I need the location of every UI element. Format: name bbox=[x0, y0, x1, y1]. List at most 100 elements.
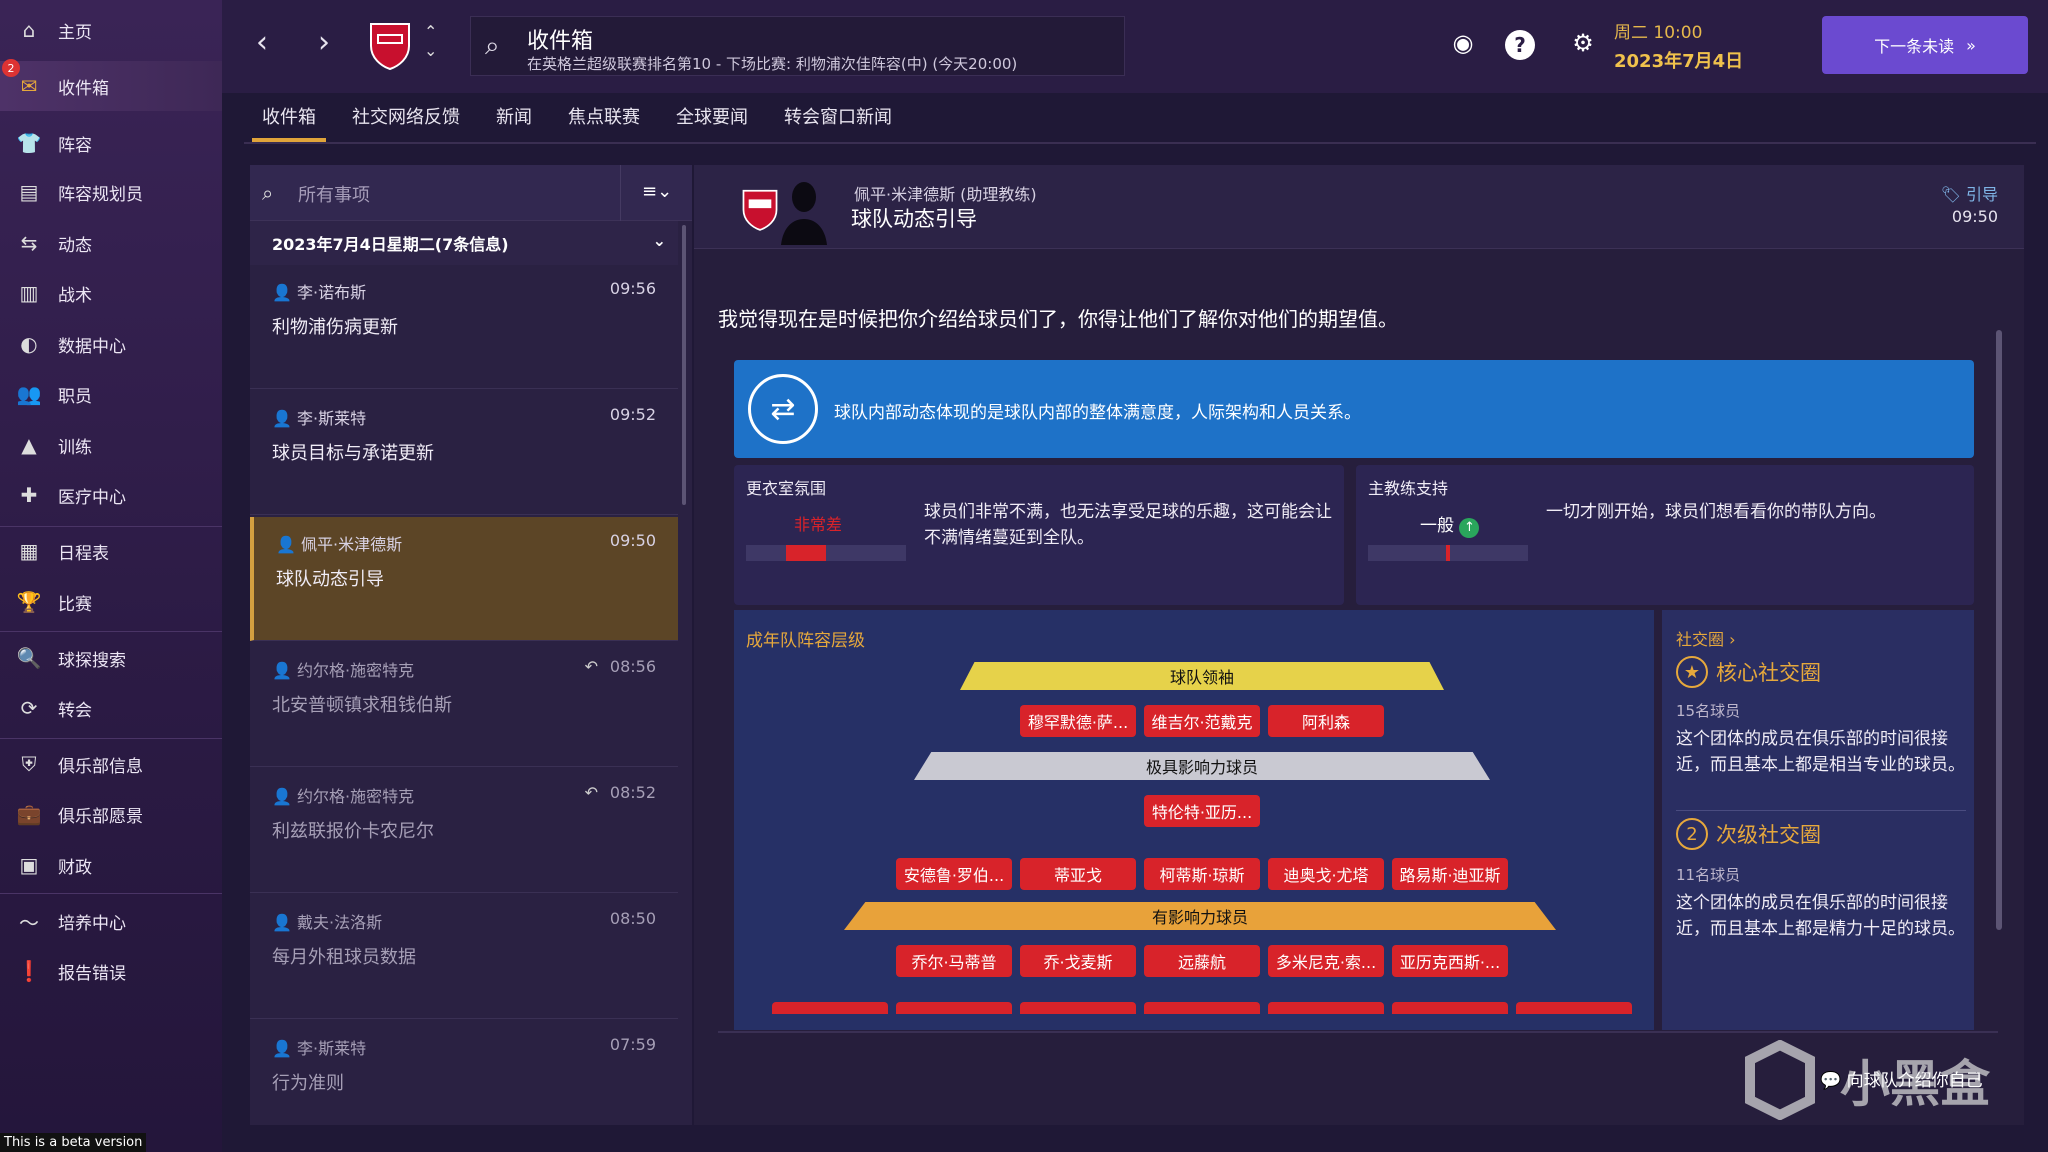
sidebar-item-club-vision[interactable]: 💼 俱乐部愿景 bbox=[0, 789, 222, 839]
player-chip[interactable]: 亚历克西斯·... bbox=[1392, 945, 1508, 977]
player-chip[interactable]: 多米尼克·索... bbox=[1268, 945, 1384, 977]
double-chevron-right-icon: » bbox=[1966, 35, 1976, 55]
sidebar-item-club-info[interactable]: ⛨ 俱乐部信息 bbox=[0, 739, 222, 789]
help-icon[interactable]: ? bbox=[1505, 30, 1535, 60]
info-banner: ⇄ 球队内部动态体现的是球队内部的整体满意度，人际架构和人员关系。 bbox=[734, 360, 1974, 458]
chevron-down-icon: ⌄ bbox=[652, 231, 666, 250]
tab-divider bbox=[244, 142, 2036, 144]
message-detail: 佩平·米津德斯 (助理教练) 球队动态引导 🏷 引导 09:50 我觉得现在是时… bbox=[694, 165, 2024, 1125]
dressing-room-card: 更衣室氛围 非常差 球员们非常不满，也无法享受足球的乐趣，这可能会让不满情绪蔓延… bbox=[734, 465, 1344, 605]
sidebar-item-scouting[interactable]: 🔍 球探搜索 bbox=[0, 633, 222, 683]
filter-menu-icon[interactable]: ≡⌄ bbox=[642, 181, 672, 202]
star-icon: ★ bbox=[1676, 656, 1708, 688]
trend-up-icon: ↑ bbox=[1459, 518, 1480, 538]
player-chip[interactable]: 维吉尔·范戴克 bbox=[1144, 705, 1260, 737]
club-switcher-chevron-icon[interactable]: ⌃ ⌄ bbox=[424, 22, 437, 60]
date-group-header[interactable]: 2023年7月4日星期二(7条信息) ⌄ bbox=[250, 221, 678, 265]
manager-support-card: 主教练支持 一般 ↑ 一切才刚开始，球员们想看看你的带队方向。 bbox=[1356, 465, 1974, 605]
sidebar-item-development[interactable]: 〜培养中心 bbox=[0, 896, 222, 946]
tab-news[interactable]: 新闻 bbox=[478, 96, 550, 136]
message-item-selected[interactable]: 👤 佩平·米津德斯 09:50 球队动态引导 bbox=[250, 517, 678, 641]
social-groups-link[interactable]: 社交圈 › bbox=[1676, 626, 1736, 650]
secondary-group-title[interactable]: 2 次级社交圈 bbox=[1676, 818, 1821, 850]
player-chip[interactable]: 阿利森 bbox=[1268, 705, 1384, 737]
squad-hierarchy: 成年队阵容层级 球队领袖 穆罕默德·萨... 维吉尔·范戴克 阿利森 极具影响力… bbox=[734, 610, 1654, 1030]
shirt-icon: 👕 bbox=[16, 131, 42, 155]
player-chip[interactable]: 路易斯·迪亚斯 bbox=[1392, 858, 1508, 890]
settings-gear-icon[interactable]: ⚙ bbox=[1564, 24, 1602, 62]
sidebar-item-transfers[interactable]: ⟳ 转会 bbox=[0, 683, 222, 733]
inbox-filter: ⌕ 所有事项 ≡⌄ bbox=[250, 165, 692, 221]
club-crest-icon bbox=[742, 189, 778, 231]
sidebar-item-home[interactable]: ⌂ 主页 bbox=[0, 5, 222, 55]
sidebar-item-training[interactable]: ▲ 训练 bbox=[0, 420, 222, 470]
page-search[interactable]: ⌕ 收件箱 在英格兰超级联赛排名第10 - 下场比赛: 利物浦次佳阵容(中) (… bbox=[470, 16, 1125, 76]
sidebar-item-staff[interactable]: 👥 职员 bbox=[0, 369, 222, 419]
sidebar-item-finances[interactable]: ▣ 财政 bbox=[0, 840, 222, 890]
medical-icon: ✚ bbox=[20, 483, 38, 507]
sidebar-item-data-hub[interactable]: ◐ 数据中心 bbox=[0, 319, 222, 369]
player-chip[interactable]: 蒂亚戈 bbox=[1020, 858, 1136, 890]
message-item[interactable]: 👤 戴夫·法洛斯 08:50 每月外租球员数据 bbox=[250, 895, 678, 1019]
finance-icon: ▣ bbox=[19, 853, 39, 877]
beta-notice: This is a beta version bbox=[0, 1133, 147, 1152]
next-unread-button[interactable]: 下一条未读» bbox=[1822, 16, 2028, 74]
inbox-search-input[interactable]: 所有事项 bbox=[298, 181, 370, 207]
player-chip[interactable]: 远藤航 bbox=[1144, 945, 1260, 977]
dressing-room-rating: 非常差 bbox=[794, 515, 843, 534]
trophy-icon: 🏆 bbox=[16, 590, 42, 614]
message-item[interactable]: 👤 李·斯莱特 09:52 球员目标与承诺更新 bbox=[250, 391, 678, 515]
tab-transfer-window-news[interactable]: 转会窗口新闻 bbox=[766, 96, 910, 136]
message-item[interactable]: 👤 李·斯莱特 07:59 行为准则 bbox=[250, 1021, 678, 1145]
sidebar-item-tactics[interactable]: ▥ 战术 bbox=[0, 268, 222, 318]
page-title: 收件箱 bbox=[527, 29, 594, 54]
player-chip[interactable]: 特伦特·亚历... bbox=[1144, 795, 1260, 827]
sidebar-item-medical[interactable]: ✚ 医疗中心 bbox=[0, 470, 222, 520]
sidebar-item-squad[interactable]: 👕 阵容 bbox=[0, 118, 222, 168]
message-subject: 球队动态引导 bbox=[851, 207, 977, 231]
tab-social-feedback[interactable]: 社交网络反馈 bbox=[334, 96, 478, 136]
player-chip[interactable]: 迪奥戈·尤塔 bbox=[1268, 858, 1384, 890]
message-item[interactable]: 👤 约尔格·施密特克 ↶ 08:56 北安普顿镇求租钱伯斯 bbox=[250, 643, 678, 767]
sidebar-item-dynamics[interactable]: ⇆ 动态 bbox=[0, 218, 222, 268]
sidebar-divider bbox=[0, 893, 222, 894]
forward-arrow-icon[interactable]: › bbox=[318, 25, 330, 60]
home-icon: ⌂ bbox=[22, 18, 36, 42]
more-player-chips bbox=[764, 1002, 1644, 1014]
message-item[interactable]: 👤 李·诺布斯 09:56 利物浦伤病更新 bbox=[250, 265, 678, 389]
sidebar-item-competitions[interactable]: 🏆 比赛 bbox=[0, 577, 222, 627]
top-bar: ‹ › ⌃ ⌄ ⌕ 收件箱 在英格兰超级联赛排名第10 - 下场比赛: 利物浦次佳… bbox=[222, 0, 2048, 93]
sidebar-item-report-bug[interactable]: ❗ 报告错误 bbox=[0, 946, 222, 996]
inbox-scrollbar[interactable] bbox=[682, 225, 686, 505]
squad-hierarchy-title[interactable]: 成年队阵容层级 bbox=[746, 626, 865, 651]
reply-option[interactable]: 💬 向球队介绍你自己 bbox=[1820, 1066, 1983, 1091]
tab-global-news[interactable]: 全球要闻 bbox=[658, 96, 766, 136]
sidebar-item-inbox[interactable]: ✉ 2 收件箱 bbox=[0, 59, 222, 111]
sidebar-item-squad-planner[interactable]: ▤ 阵容规划员 bbox=[0, 167, 222, 217]
unread-badge: 2 bbox=[2, 59, 20, 77]
tab-inbox[interactable]: 收件箱 bbox=[244, 96, 334, 142]
world-icon[interactable]: ◉ bbox=[1444, 24, 1482, 62]
replied-icon: ↶ bbox=[584, 783, 598, 802]
player-chip[interactable]: 乔·戈麦斯 bbox=[1020, 945, 1136, 977]
detail-scrollbar[interactable] bbox=[1996, 330, 2002, 930]
player-chip[interactable]: 乔尔·马蒂普 bbox=[896, 945, 1012, 977]
sidebar: ⌂ 主页 ✉ 2 收件箱 👕 阵容 ▤ 阵容规划员 ⇆ 动态 ▥ 战术 ◐ 数据中心 👥 职员 ▲… bbox=[0, 0, 222, 1152]
category-tag[interactable]: 🏷 引导 bbox=[1941, 181, 1998, 205]
shield-icon: ⛨ bbox=[21, 752, 37, 776]
player-chip[interactable]: 柯蒂斯·琼斯 bbox=[1144, 858, 1260, 890]
tab-focus-leagues[interactable]: 焦点联赛 bbox=[550, 96, 658, 136]
sidebar-item-schedule[interactable]: ▦ 日程表 bbox=[0, 526, 222, 576]
sender[interactable]: 佩平·米津德斯 (助理教练) bbox=[854, 181, 1037, 205]
core-group-title[interactable]: ★ 核心社交圈 bbox=[1676, 656, 1821, 688]
game-date[interactable]: 周二 10:00 2023年7月4日 bbox=[1614, 18, 1794, 76]
meter-fill bbox=[786, 545, 826, 561]
player-chip[interactable]: 安德鲁·罗伯... bbox=[896, 858, 1012, 890]
club-crest-icon[interactable] bbox=[367, 20, 413, 70]
data-icon: ◐ bbox=[20, 332, 38, 356]
player-chip[interactable]: 穆罕默德·萨... bbox=[1020, 705, 1136, 737]
avatar[interactable] bbox=[779, 175, 829, 245]
message-item[interactable]: 👤 约尔格·施密特克 ↶ 08:52 利兹联报价卡农尼尔 bbox=[250, 769, 678, 893]
back-arrow-icon[interactable]: ‹ bbox=[256, 25, 268, 60]
vision-icon: 💼 bbox=[16, 802, 42, 826]
